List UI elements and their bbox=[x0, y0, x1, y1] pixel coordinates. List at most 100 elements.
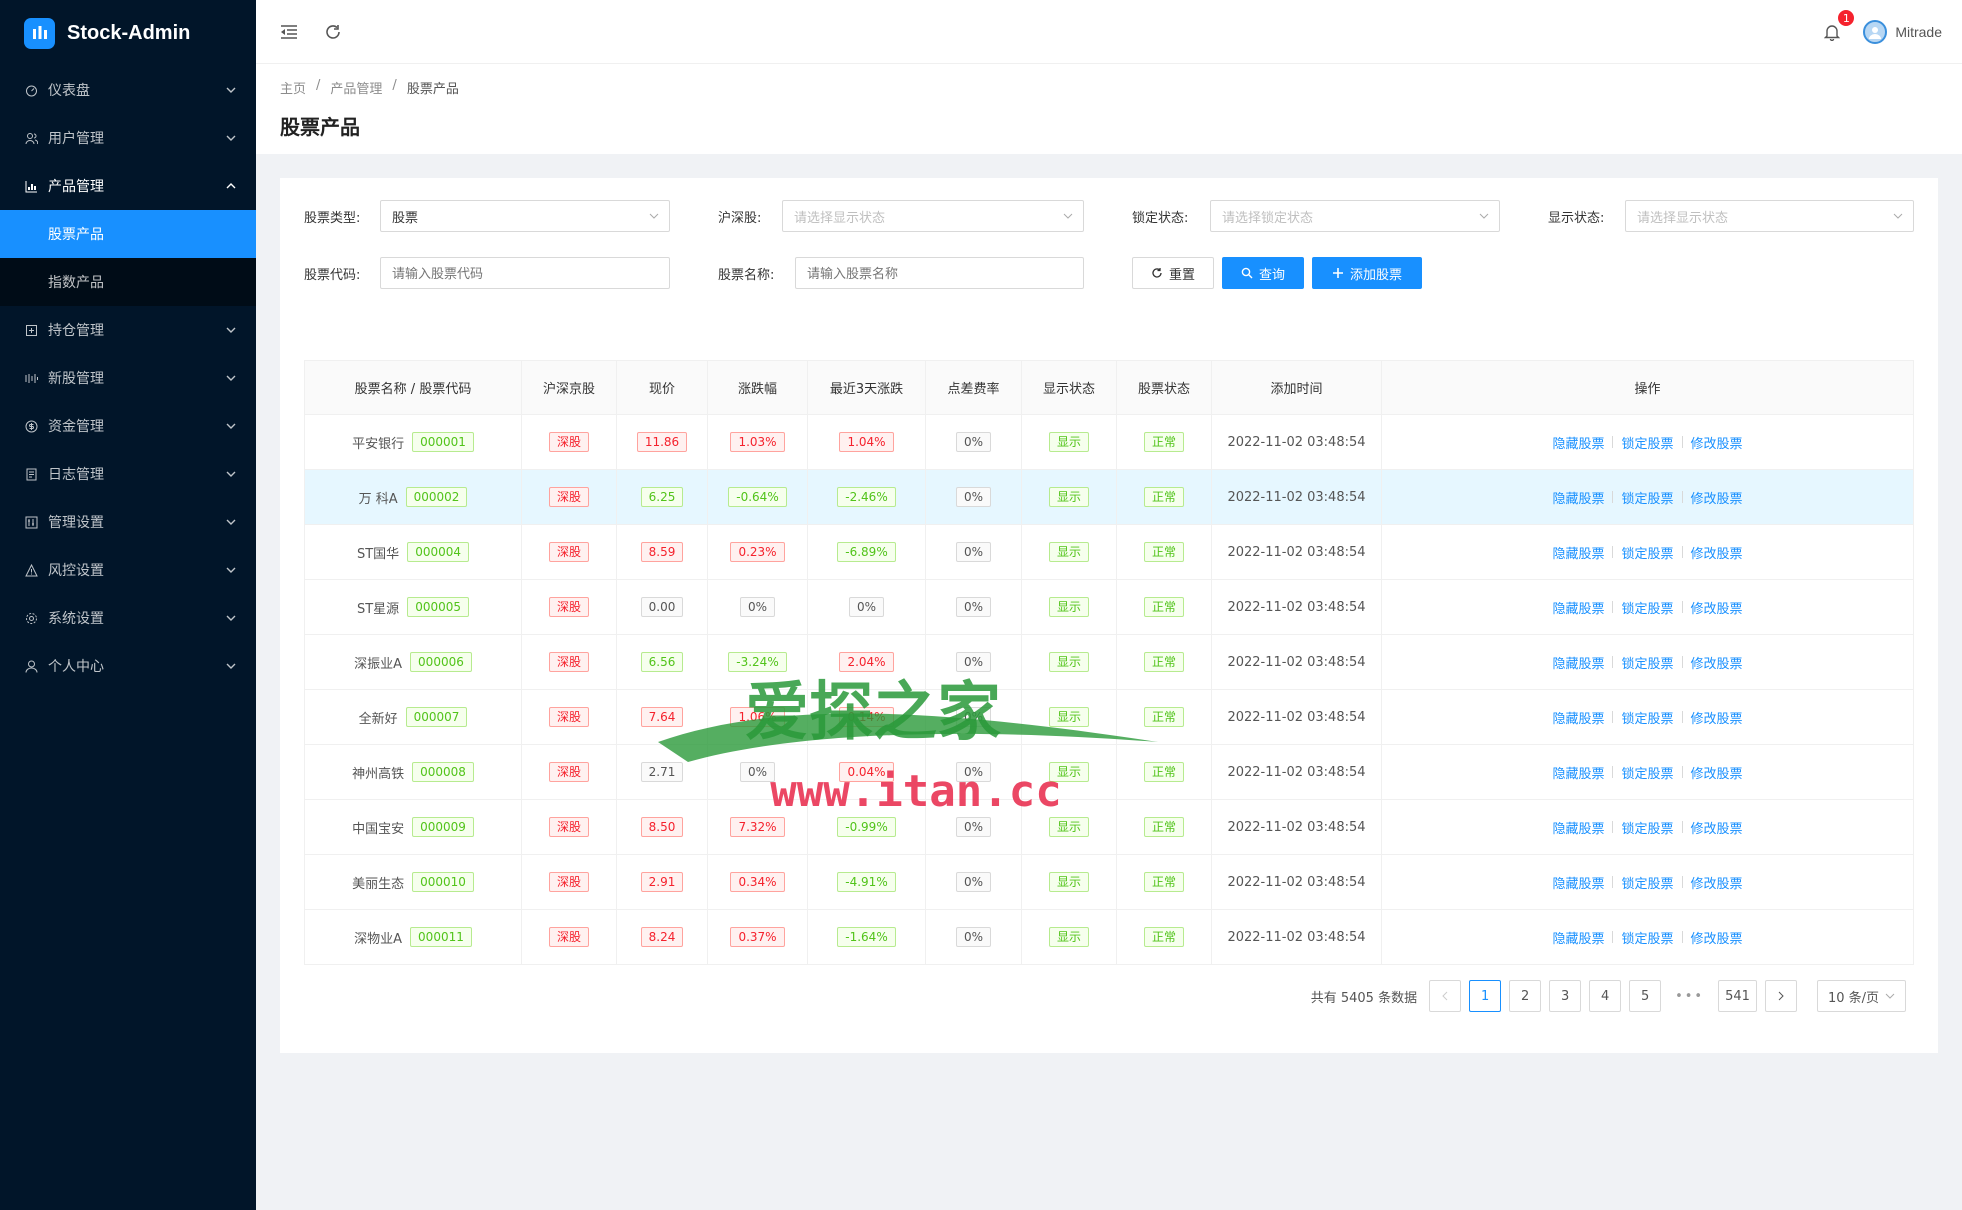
page-5[interactable]: 5 bbox=[1629, 980, 1662, 1012]
page-ellipsis[interactable]: ••• bbox=[1669, 980, 1711, 1012]
edit-stock-link[interactable]: 修改股票 bbox=[1691, 488, 1743, 507]
page-3[interactable]: 3 bbox=[1549, 980, 1582, 1012]
hide-stock-link[interactable]: 隐藏股票 bbox=[1552, 488, 1604, 507]
table-row[interactable]: ST星源 000005 深股 0.00 0% 0% 0% 显示 正常 2022-11-02 03:… bbox=[304, 579, 1914, 635]
show-status-tag: 显示 bbox=[1048, 597, 1089, 617]
chevron-down-icon bbox=[226, 517, 236, 527]
table-row[interactable]: 中国宝安 000009 深股 8.50 7.32% -0.99% 0% 显示 正常 2022-11… bbox=[304, 799, 1914, 855]
lock-stock-link[interactable]: 锁定股票 bbox=[1621, 873, 1673, 892]
show-select[interactable]: 请选择显示状态 bbox=[1625, 200, 1914, 232]
sidebar-subitem-1[interactable]: 指数产品 bbox=[0, 258, 256, 306]
page-1[interactable]: 1 bbox=[1469, 980, 1502, 1012]
next-page-button[interactable] bbox=[1764, 980, 1797, 1012]
sidebar-item-9[interactable]: 系统设置 bbox=[0, 594, 256, 642]
chevron-left-icon bbox=[1442, 991, 1448, 1001]
lock-stock-link[interactable]: 锁定股票 bbox=[1621, 818, 1673, 837]
chevron-down-icon bbox=[226, 421, 236, 431]
actions-cell: 隐藏股票 锁定股票 修改股票 bbox=[1381, 799, 1914, 855]
name-input[interactable] bbox=[795, 257, 1084, 289]
stock-code-tag: 000004 bbox=[407, 542, 469, 562]
plus-icon bbox=[1332, 268, 1343, 278]
sidebar-item-10[interactable]: 个人中心 bbox=[0, 642, 256, 690]
page-4[interactable]: 4 bbox=[1589, 980, 1622, 1012]
hide-stock-link[interactable]: 隐藏股票 bbox=[1552, 653, 1604, 672]
spread-cell: 0% bbox=[925, 909, 1022, 965]
menu-fold-icon[interactable] bbox=[278, 21, 300, 43]
page-size-select[interactable]: 10 条/页 bbox=[1816, 980, 1906, 1012]
table-row[interactable]: 万 科A 000002 深股 6.25 -0.64% -2.46% 0% 显示 正常 2022-1… bbox=[304, 469, 1914, 525]
lock-stock-link[interactable]: 锁定股票 bbox=[1621, 763, 1673, 782]
show-status-tag: 显示 bbox=[1048, 817, 1089, 837]
hide-stock-link[interactable]: 隐藏股票 bbox=[1552, 708, 1604, 727]
avatar[interactable] bbox=[1863, 20, 1888, 44]
sidebar-item-6[interactable]: 日志管理 bbox=[0, 450, 256, 498]
sidebar-item-2[interactable]: 产品管理 bbox=[0, 162, 256, 210]
query-button[interactable]: 查询 bbox=[1222, 257, 1304, 289]
edit-stock-link[interactable]: 修改股票 bbox=[1691, 598, 1743, 617]
sidebar-item-0[interactable]: 仪表盘 bbox=[0, 66, 256, 114]
sidebar-item-7[interactable]: 管理设置 bbox=[0, 498, 256, 546]
breadcrumb-product[interactable]: 产品管理 bbox=[330, 78, 382, 97]
table-row[interactable]: 深振业A 000006 深股 6.56 -3.24% 2.04% 0% 显示 正常 2022-11… bbox=[304, 634, 1914, 690]
divider bbox=[1681, 546, 1683, 558]
notification-bell-icon[interactable]: 1 bbox=[1821, 9, 1856, 43]
code-input[interactable] bbox=[380, 257, 670, 289]
market-tag: 深股 bbox=[548, 927, 589, 947]
table-row[interactable]: 神州高铁 000008 深股 2.71 0% 0.04% 0% 显示 正常 2022-11-02 … bbox=[304, 744, 1914, 800]
stock-type-select[interactable]: 股票 bbox=[380, 200, 670, 232]
change3-cell: 0% bbox=[807, 579, 926, 635]
lock-stock-link[interactable]: 锁定股票 bbox=[1621, 653, 1673, 672]
hide-stock-link[interactable]: 隐藏股票 bbox=[1552, 598, 1604, 617]
divider bbox=[1612, 656, 1614, 668]
lock-stock-link[interactable]: 锁定股票 bbox=[1621, 433, 1673, 452]
edit-stock-link[interactable]: 修改股票 bbox=[1691, 653, 1743, 672]
hide-stock-link[interactable]: 隐藏股票 bbox=[1552, 763, 1604, 782]
edit-stock-link[interactable]: 修改股票 bbox=[1691, 763, 1743, 782]
hide-stock-link[interactable]: 隐藏股票 bbox=[1552, 928, 1604, 947]
divider bbox=[1612, 601, 1614, 613]
dashboard-icon bbox=[24, 83, 38, 97]
market-cell: 深股 bbox=[521, 909, 617, 965]
page-size-value: 10 条/页 bbox=[1827, 990, 1879, 1006]
add-stock-button[interactable]: 添加股票 bbox=[1312, 257, 1422, 289]
table-row[interactable]: 美丽生态 000010 深股 2.91 0.34% -4.91% 0% 显示 正常 2022-11… bbox=[304, 854, 1914, 910]
edit-stock-link[interactable]: 修改股票 bbox=[1691, 873, 1743, 892]
lock-select[interactable]: 请选择锁定状态 bbox=[1210, 200, 1500, 232]
page-2[interactable]: 2 bbox=[1509, 980, 1542, 1012]
lock-stock-link[interactable]: 锁定股票 bbox=[1621, 488, 1673, 507]
sidebar-item-5[interactable]: 资金管理 bbox=[0, 402, 256, 450]
sidebar-subitem-0[interactable]: 股票产品 bbox=[0, 210, 256, 258]
hide-stock-link[interactable]: 隐藏股票 bbox=[1552, 543, 1604, 562]
edit-stock-link[interactable]: 修改股票 bbox=[1691, 818, 1743, 837]
side-menu: 仪表盘用户管理产品管理 股票产品 指数产品 持仓管理 新股管理 资金管理 日志管理 管理设置风… bbox=[0, 66, 256, 690]
hide-stock-link[interactable]: 隐藏股票 bbox=[1552, 818, 1604, 837]
hide-stock-link[interactable]: 隐藏股票 bbox=[1552, 873, 1604, 892]
edit-stock-link[interactable]: 修改股票 bbox=[1691, 433, 1743, 452]
username[interactable]: Mitrade bbox=[1895, 24, 1942, 40]
sidebar-item-3[interactable]: 持仓管理 bbox=[0, 306, 256, 354]
hs-select[interactable]: 请选择显示状态 bbox=[782, 200, 1084, 232]
hide-stock-link[interactable]: 隐藏股票 bbox=[1552, 433, 1604, 452]
table-row[interactable]: ST国华 000004 深股 8.59 0.23% -6.89% 0% 显示 正常 2022-11… bbox=[304, 524, 1914, 580]
edit-stock-link[interactable]: 修改股票 bbox=[1691, 928, 1743, 947]
reset-button[interactable]: 重置 bbox=[1132, 257, 1214, 289]
table-row[interactable]: 深物业A 000011 深股 8.24 0.37% -1.64% 0% 显示 正常 2022-11… bbox=[304, 909, 1914, 965]
edit-stock-link[interactable]: 修改股票 bbox=[1691, 543, 1743, 562]
breadcrumb-home[interactable]: 主页 bbox=[280, 78, 306, 97]
sidebar-item-1[interactable]: 用户管理 bbox=[0, 114, 256, 162]
brand[interactable]: Stock-Admin bbox=[0, 0, 256, 66]
edit-stock-link[interactable]: 修改股票 bbox=[1691, 708, 1743, 727]
page-last[interactable]: 541 bbox=[1718, 980, 1757, 1012]
lock-stock-link[interactable]: 锁定股票 bbox=[1621, 543, 1673, 562]
table-row[interactable]: 平安银行 000001 深股 11.86 1.03% 1.04% 0% 显示 正常 2022-11… bbox=[304, 414, 1914, 470]
lock-stock-link[interactable]: 锁定股票 bbox=[1621, 708, 1673, 727]
prev-page-button[interactable] bbox=[1429, 980, 1462, 1012]
refresh-icon[interactable] bbox=[322, 21, 344, 43]
sidebar-item-8[interactable]: 风控设置 bbox=[0, 546, 256, 594]
lock-stock-link[interactable]: 锁定股票 bbox=[1621, 598, 1673, 617]
sidebar-item-4[interactable]: 新股管理 bbox=[0, 354, 256, 402]
lock-stock-link[interactable]: 锁定股票 bbox=[1621, 928, 1673, 947]
sidebar-item-label: 用户管理 bbox=[48, 131, 104, 147]
table-row[interactable]: 全新好 000007 深股 7.64 1.06% 0.14% 0% 显示 正常 2022-11-0… bbox=[304, 689, 1914, 745]
status-cell: 正常 bbox=[1116, 854, 1212, 910]
